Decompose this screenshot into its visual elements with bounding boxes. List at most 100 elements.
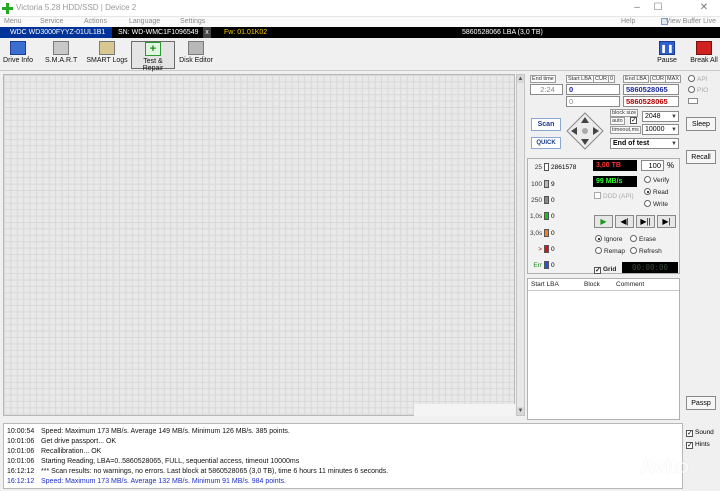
end-mode-select[interactable]: End of test ▼ bbox=[610, 138, 679, 149]
start-cur-label[interactable]: CUR bbox=[593, 75, 609, 83]
toolbar: Drive Info S.M.A.R.T SMART Logs + Test &… bbox=[0, 38, 720, 72]
verify-radio[interactable]: Verify bbox=[644, 176, 669, 185]
smart-logs-icon bbox=[99, 41, 115, 55]
menu-item-actions[interactable]: Actions bbox=[84, 17, 107, 27]
smart-logs-button[interactable]: SMART Logs bbox=[86, 41, 128, 69]
remap-radio[interactable]: Remap bbox=[595, 247, 625, 256]
read-radio[interactable]: Read bbox=[644, 188, 669, 197]
pause-button[interactable]: ❚❚ Pause bbox=[655, 41, 679, 69]
minimize-button[interactable]: – bbox=[630, 2, 644, 14]
drive-lba: 5860528066 LBA (3,0 TB) bbox=[462, 29, 543, 36]
end-lba-cur-field[interactable]: 5860528065 bbox=[623, 96, 679, 107]
speed-display: 99 MB/s bbox=[593, 176, 637, 187]
menu-item-help[interactable]: Help bbox=[621, 17, 635, 27]
disk-editor-icon bbox=[188, 41, 204, 55]
stat-row-over: >0 bbox=[538, 245, 555, 253]
block-size-select[interactable]: 2048 ▼ bbox=[642, 111, 679, 122]
grid-checkbox[interactable]: ✓ Grid bbox=[594, 265, 616, 274]
scroll-up-arrow-icon[interactable]: ▲ bbox=[517, 75, 524, 83]
sleep-button[interactable]: Sleep bbox=[686, 117, 716, 131]
end-time-field[interactable]: 2:24 bbox=[530, 84, 563, 95]
col-comment[interactable]: Comment bbox=[616, 281, 644, 288]
step-forward-icon[interactable]: ▶|| bbox=[636, 215, 655, 228]
chevron-down-icon: ▼ bbox=[671, 141, 677, 147]
chevron-down-icon: ▼ bbox=[671, 127, 677, 133]
start-zero-label[interactable]: 0 bbox=[608, 75, 616, 83]
view-buffer-live-button[interactable]: View Buffer Live bbox=[666, 17, 716, 27]
maximize-button[interactable]: ☐ bbox=[651, 2, 665, 14]
recall-button[interactable]: Recall bbox=[686, 150, 716, 164]
refresh-radio[interactable]: Refresh bbox=[630, 247, 662, 256]
stat-row-250: 250 0 bbox=[531, 196, 555, 204]
menu-bar: Menu Service Actions Language Settings H… bbox=[0, 17, 720, 27]
direction-pad-icon[interactable] bbox=[566, 112, 604, 150]
menu-item-language[interactable]: Language bbox=[129, 17, 160, 27]
end-lba-field[interactable]: 5860528065 bbox=[623, 84, 679, 95]
timeout-select[interactable]: 10000 ▼ bbox=[642, 124, 679, 135]
start-lba-field[interactable]: 0 bbox=[566, 84, 620, 95]
start-lba-cur-field[interactable]: 0 bbox=[566, 96, 620, 107]
log-line: 10:01:06 Recallibration... OK bbox=[7, 448, 102, 455]
stat-bar-250 bbox=[544, 196, 549, 204]
ddd-api-checkbox[interactable]: DDD (API) bbox=[594, 192, 634, 201]
pio-indicator bbox=[688, 98, 698, 104]
pio-radio[interactable]: PIO bbox=[688, 86, 708, 95]
ignore-radio[interactable]: Ignore bbox=[595, 235, 622, 244]
grid-scrollbar[interactable]: ▲ ▼ bbox=[516, 74, 525, 416]
break-all-icon bbox=[696, 41, 712, 55]
api-radio[interactable]: API bbox=[688, 75, 707, 84]
block-size-label: block size bbox=[610, 109, 639, 117]
stat-bar-100 bbox=[544, 180, 549, 188]
event-log[interactable]: 10:00:54 Speed: Maximum 173 MB/s. Average… bbox=[3, 423, 683, 489]
disk-editor-button[interactable]: Disk Editor bbox=[179, 41, 213, 69]
end-cur-label[interactable]: CUR bbox=[650, 75, 666, 83]
col-block[interactable]: Block bbox=[584, 281, 600, 288]
scan-button[interactable]: Scan bbox=[531, 118, 561, 131]
timeout-label: timeout,ms bbox=[610, 126, 641, 134]
stat-row-100: 100 9 bbox=[531, 180, 555, 188]
surface-scan-grid bbox=[3, 74, 515, 416]
drive-info-bar: WDC WD3000FYYZ-01UL1B1 SN: WD-WMC1F10965… bbox=[0, 27, 720, 38]
play-icon[interactable]: ▶ bbox=[594, 215, 613, 228]
pause-icon: ❚❚ bbox=[659, 41, 675, 55]
elapsed-timer: 00:00:00 bbox=[622, 262, 678, 273]
menu-item-menu[interactable]: Menu bbox=[4, 17, 22, 27]
log-line: 10:00:54 Speed: Maximum 173 MB/s. Average… bbox=[7, 428, 290, 435]
break-all-button[interactable]: Break All bbox=[689, 41, 719, 69]
defect-log-table[interactable]: Start LBA Block Comment bbox=[527, 278, 680, 420]
rewind-icon[interactable]: ◀| bbox=[615, 215, 634, 228]
start-lba-label: Start LBA bbox=[566, 75, 594, 83]
skip-end-icon[interactable]: ▶| bbox=[657, 215, 676, 228]
stat-bar-1s bbox=[544, 212, 549, 220]
menu-item-settings[interactable]: Settings bbox=[180, 17, 205, 27]
drive-model[interactable]: WDC WD3000FYYZ-01UL1B1 bbox=[0, 27, 112, 38]
drive-close-button[interactable]: x bbox=[203, 27, 211, 38]
erase-radio[interactable]: Erase bbox=[630, 235, 656, 244]
log-line: 16:12:12 *** Scan results: no warnings, n… bbox=[7, 468, 389, 475]
write-radio[interactable]: Write bbox=[644, 200, 668, 209]
stat-bar-over bbox=[544, 245, 549, 253]
transport-controls: ▶ ◀| ▶|| ▶| bbox=[594, 215, 678, 229]
quick-button[interactable]: QUICK bbox=[531, 137, 561, 149]
col-start-lba[interactable]: Start LBA bbox=[531, 281, 559, 288]
drive-info-icon bbox=[10, 41, 26, 55]
drive-firmware: Fw: 01.01K02 bbox=[224, 29, 268, 36]
hints-checkbox[interactable]: ✓ Hints bbox=[686, 440, 710, 449]
end-max-label[interactable]: MAX bbox=[665, 75, 681, 83]
close-button[interactable]: ✕ bbox=[697, 2, 711, 14]
scroll-down-arrow-icon[interactable]: ▼ bbox=[517, 407, 524, 415]
auto-label: auto bbox=[610, 117, 625, 125]
drive-serial: SN: WD-WMC1F1096549 bbox=[118, 29, 199, 36]
drive-info-button[interactable]: Drive Info bbox=[3, 41, 33, 69]
test-repair-button[interactable]: + Test & Repair bbox=[131, 41, 175, 72]
percent-display: 100 bbox=[641, 160, 664, 171]
auto-checkbox[interactable]: ✓ bbox=[630, 117, 637, 124]
smart-button[interactable]: S.M.A.R.T bbox=[45, 41, 77, 69]
sound-checkbox[interactable]: ✓ Sound bbox=[686, 428, 714, 437]
stat-bar-err bbox=[544, 261, 549, 269]
chevron-down-icon: ▼ bbox=[671, 114, 677, 120]
menu-item-service[interactable]: Service bbox=[40, 17, 63, 27]
log-line: 10:01:06 Starting Reading, LBA=0..5860528… bbox=[7, 458, 300, 465]
avito-wordmark: Avito bbox=[640, 456, 690, 478]
passp-button[interactable]: Passp bbox=[686, 396, 716, 410]
